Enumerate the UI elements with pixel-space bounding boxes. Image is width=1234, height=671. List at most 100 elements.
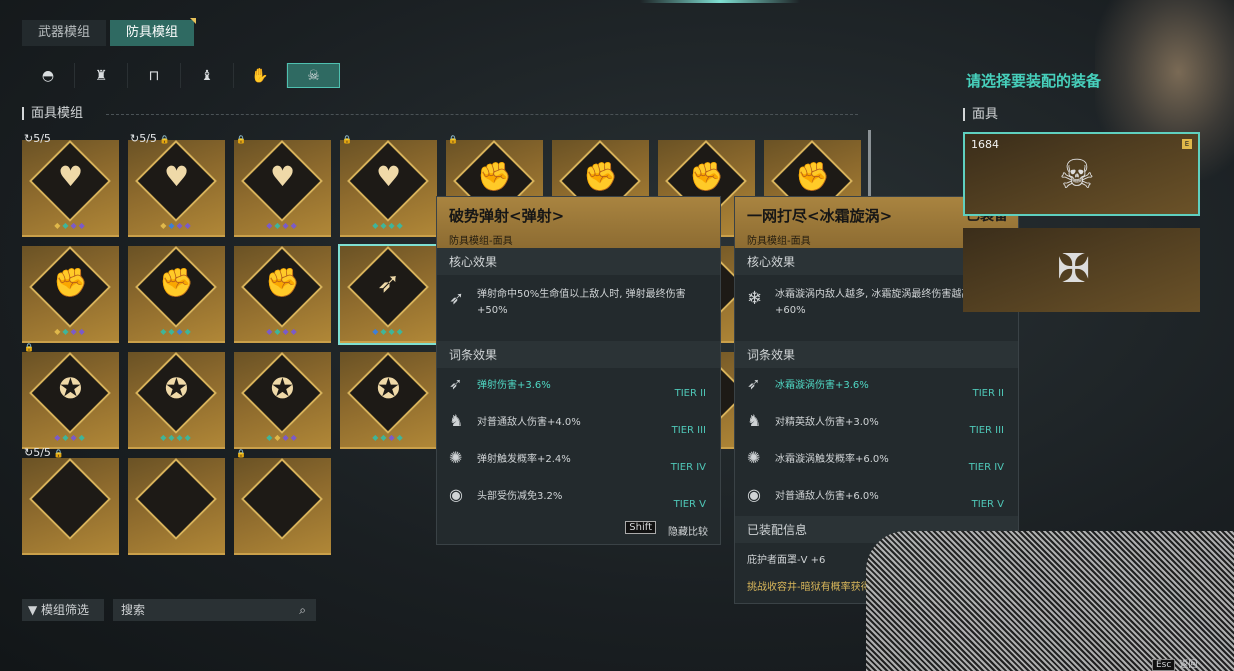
affix-dots: ◆◆◆◆ — [372, 327, 405, 336]
mod-card[interactable] — [128, 457, 225, 555]
affix-row: ➶ 冰霜漩涡伤害+3.6% TIER II — [735, 368, 1018, 405]
mod-icon: ♥ — [163, 160, 190, 193]
mod-card[interactable]: ✊ ◆◆◆◆ — [22, 245, 119, 343]
mask-icon[interactable]: ☠ — [287, 63, 340, 88]
helmet-icon[interactable]: ◓ — [22, 63, 75, 88]
mod-card[interactable]: ✪ ◆◆◆◆ — [128, 351, 225, 449]
card-status: 🔒 — [342, 132, 352, 145]
mod-card[interactable]: ♥ ◆◆◆◆ — [22, 139, 119, 237]
esc-key: Esc — [1152, 659, 1176, 671]
select-equipment-title: 请选择要装配的装备 — [966, 72, 1102, 90]
mod-card[interactable] — [22, 457, 119, 555]
affix-row: ✺ 弹射触发概率+2.4% TIER IV — [437, 442, 720, 479]
lock-icon: 🔒 — [342, 135, 352, 144]
mod-icon: ✊ — [477, 160, 512, 193]
mod-card[interactable]: ✊ ◆◆◆◆ — [234, 245, 331, 343]
affix-row: ✺ 冰霜漩涡触发概率+6.0% TIER IV — [735, 442, 1018, 479]
mask-slot-selected[interactable]: 1684 E ☠ — [963, 132, 1200, 216]
mod-card[interactable] — [234, 457, 331, 555]
affix-tier: TIER IV — [968, 462, 1004, 473]
mod-icon: ♥ — [269, 160, 296, 193]
search-icon: ⌕ — [299, 603, 306, 617]
mod-icon: ✪ — [376, 372, 401, 405]
mod-icon: ➶ — [376, 266, 401, 299]
card-status: ↻5/5 — [24, 132, 51, 145]
mod-card[interactable]: ♥ ◆◆◆◆ — [234, 139, 331, 237]
affix-dots: ◆◆◆◆ — [266, 327, 299, 336]
affix-icon: ➶ — [747, 374, 761, 393]
affix-dots: ◆◆◆◆ — [160, 433, 193, 442]
affix-dots: ◆◆◆◆ — [160, 221, 193, 230]
mask-icon: ✠ — [1057, 246, 1091, 292]
bounce-icon: ➶ — [449, 288, 465, 309]
obscured-region — [866, 531, 1234, 671]
mod-card[interactable]: ✪ ◆◆◆◆ — [234, 351, 331, 449]
mod-card[interactable]: ♥ ◆◆◆◆ — [340, 139, 437, 237]
affix-title: 词条效果 — [735, 341, 1018, 368]
refresh-icon: ↻ — [130, 132, 140, 145]
affix-tier: TIER V — [971, 499, 1004, 510]
mod-icon: ✪ — [58, 372, 83, 405]
filter-button[interactable]: ▼ 模组筛选 — [22, 599, 104, 621]
mod-icon: ♥ — [57, 160, 84, 193]
tab-armor-mods[interactable]: 防具模组 — [110, 18, 197, 46]
pants-icon[interactable]: ⊓ — [128, 63, 181, 88]
mod-type: 防具模组-面具 — [449, 236, 513, 247]
affix-dots: ◆◆◆◆ — [54, 327, 87, 336]
tab-weapon-mods[interactable]: 武器模组 — [22, 20, 107, 46]
affix-icon: ✺ — [747, 448, 761, 467]
mod-icon: ✪ — [164, 372, 189, 405]
mod-card[interactable]: ✊ ◆◆◆◆ — [128, 245, 225, 343]
affix-tier: TIER III — [671, 425, 706, 436]
mod-card[interactable]: ➶ ◆◆◆◆ — [338, 244, 439, 345]
mod-icon: ✊ — [159, 266, 194, 299]
lock-icon: 🔒 — [236, 135, 246, 144]
mod-name: 破势弹射<弹射> — [449, 207, 565, 225]
affix-row: ➶ 弹射伤害+3.6% TIER II — [437, 368, 720, 405]
mod-icon: ✊ — [795, 160, 830, 193]
lock-icon: 🔒 — [236, 449, 246, 458]
affix-icon: ♞ — [747, 411, 762, 430]
affix-text: 对普通敌人伤害+6.0% — [775, 491, 879, 502]
card-status: 🔒 — [448, 132, 458, 145]
affix-icon: ◉ — [747, 485, 761, 504]
mod-card[interactable]: ♥ ◆◆◆◆ — [128, 139, 225, 237]
core-effect-title: 核心效果 — [437, 248, 720, 275]
vest-icon[interactable]: ♜ — [75, 63, 128, 88]
mod-frame — [240, 457, 324, 541]
mod-card[interactable]: ✪ ◆◆◆◆ — [340, 351, 437, 449]
mod-icon: ✊ — [689, 160, 724, 193]
boots-icon[interactable]: ♝ — [181, 63, 234, 88]
affix-dots: ◆◆◆◆ — [160, 327, 193, 336]
affix-icon: ✺ — [449, 448, 463, 467]
affix-row: ◉ 对普通敌人伤害+6.0% TIER V — [735, 479, 1018, 516]
lock-icon: 🔒 — [24, 343, 34, 352]
affix-text: 弹射触发概率+2.4% — [477, 454, 571, 465]
lock-icon: 🔒 — [50, 449, 64, 458]
section-title: 面具模组 — [22, 107, 859, 120]
affix-tier: TIER V — [673, 499, 706, 510]
equipped-marker: E — [1182, 139, 1192, 149]
shift-key: Shift — [625, 521, 656, 534]
tooltip-hovered-mod: 破势弹射<弹射> 防具模组-面具 核心效果 ➶ 弹射命中50%生命值以上敌人时, … — [436, 196, 721, 545]
affix-text: 弹射伤害+3.6% — [477, 380, 551, 391]
refresh-icon: ↻ — [24, 132, 34, 145]
search-input[interactable]: 搜索 ⌕ — [113, 599, 316, 621]
affix-tier: TIER III — [969, 425, 1004, 436]
mask-slot[interactable]: ✠ — [963, 228, 1200, 312]
back-hint[interactable]: Esc 返回 — [1152, 657, 1197, 671]
lock-icon: 🔒 — [156, 135, 170, 144]
gear-slot-bar: ◓ ♜ ⊓ ♝ ✋ ☠ — [22, 63, 340, 88]
affix-dots: ◆◆◆◆ — [266, 221, 299, 230]
mod-card[interactable]: ✪ ◆◆◆◆ — [22, 351, 119, 449]
affix-row: ♞ 对普通敌人伤害+4.0% TIER III — [437, 405, 720, 442]
affix-text: 头部受伤减免3.2% — [477, 491, 563, 502]
affix-text: 对普通敌人伤害+4.0% — [477, 417, 581, 428]
filter-icon: ▼ — [28, 603, 42, 617]
affix-dots: ◆◆◆◆ — [54, 433, 87, 442]
affix-text: 冰霜漩涡伤害+3.6% — [775, 380, 869, 391]
frost-vortex-icon: ❄ — [747, 288, 763, 309]
gloves-icon[interactable]: ✋ — [234, 63, 287, 88]
lock-icon: 🔒 — [448, 135, 458, 144]
mod-icon: ✊ — [583, 160, 618, 193]
